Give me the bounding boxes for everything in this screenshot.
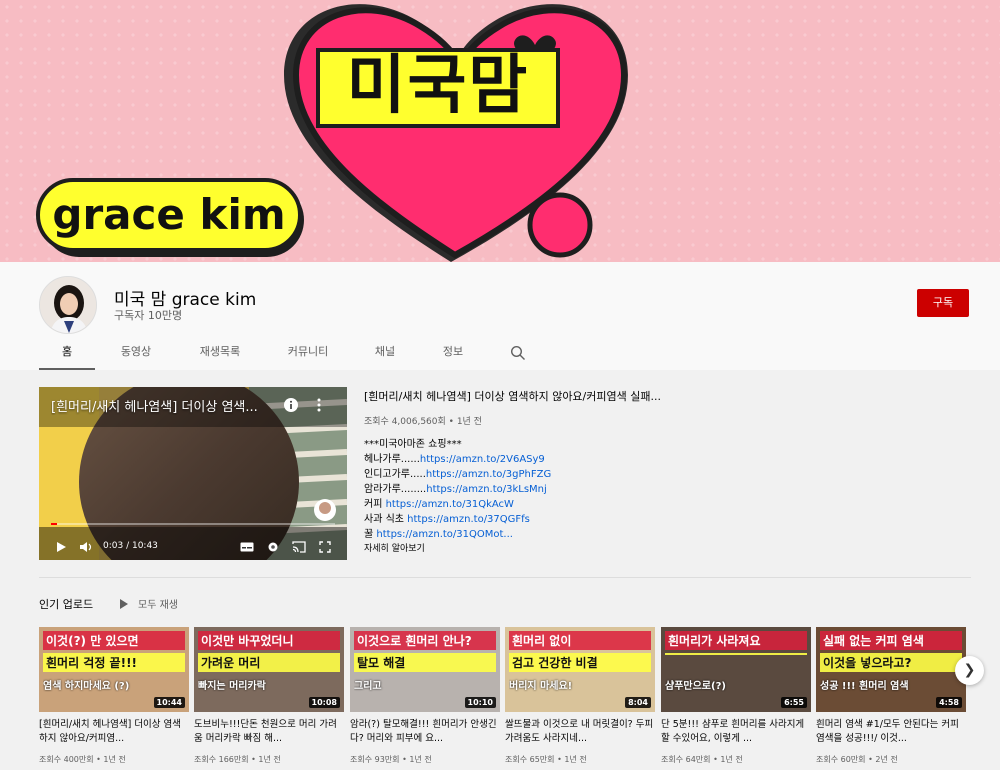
description-line: 커피 https://amzn.to/31QkAcW [364,499,514,510]
thumbnail-text-mid: 이것을 넣으라고? [820,653,962,672]
thumbnail-text-mid: 검고 건강한 비결 [509,653,651,672]
subscribe-button[interactable]: 구독 [917,289,969,317]
description-line: 꿀 https://amzn.to/31QOMot... [364,529,513,540]
description-link[interactable]: https://amzn.to/37QGFfs [407,514,530,525]
subscriber-count: 구독자 10만명 [114,309,183,322]
section-divider [39,577,971,578]
thumbnail-text-top: 흰머리 없이 [509,631,651,650]
thumbnail-text-bottom: 염색 하지마세요 (?) [43,681,130,692]
featured-video-player[interactable]: [흰머리/새치 헤나염색] 더이상 염색... 0:03 / 10:43 [39,387,347,560]
info-icon[interactable] [283,397,299,413]
video-card[interactable]: 이것(?) 만 있으면흰머리 걱정 끝!!! 염색 하지마세요 (?) 10:44 [… [39,627,189,770]
description-link[interactable]: https://amzn.to/31QkAcW [386,499,514,510]
video-title[interactable]: 암라(?) 탈모해결!!! 흰머리가 안생긴다? 머리와 피부에 요... [350,718,500,746]
video-card[interactable]: 이것으로 흰머리 안나? 탈모 해결그리고 10:10 암라(?) 탈모해결!!! 흰… [350,627,500,770]
video-thumbnail[interactable]: 이것(?) 만 있으면흰머리 걱정 끝!!! 염색 하지마세요 (?) 10:44 [39,627,189,712]
cast-icon[interactable] [292,541,306,553]
thumbnail-text-mid: 탈모 해결 [354,653,496,672]
description-header: ***미국아마존 쇼핑*** [364,439,462,450]
featured-video-description: ***미국아마존 쇼핑*** 헤나가루......https://amzn.to… [364,437,551,542]
subtitles-icon[interactable] [240,542,254,552]
banner-subtitle: grace kim [52,190,286,239]
description-link[interactable]: https://amzn.to/2V6ASy9 [420,454,545,465]
video-title[interactable]: [흰머리/새치 헤나염색] 더이상 염색하지 않아요/커피염... [39,718,189,746]
player-overlay-title: [흰머리/새치 헤나염색] 더이상 염색... [51,400,258,415]
channel-banner: 미국맘 grace kim [0,0,1000,262]
avatar-person-icon [40,277,96,333]
video-card[interactable]: 흰머리가 사라져요샴푸만으로(?) 6:55 단 5분!!! 샴푸로 흰머리를 사라… [661,627,811,770]
featured-video-meta: 조회수 4,006,560회 • 1년 전 [364,417,482,427]
search-icon[interactable] [510,345,526,361]
video-title[interactable]: 쌀뜨물과 이것으로 내 머릿결이? 두피가려움도 사라지네... [505,718,655,746]
description-link[interactable]: https://amzn.to/31QOMot... [376,529,513,540]
video-duration: 6:55 [781,697,807,708]
read-more-link[interactable]: 자세히 알아보기 [364,541,425,554]
chevron-right-icon: ❯ [963,662,976,678]
tab-home[interactable]: 홈 [39,337,95,370]
play-all-button[interactable]: 모두 재생 [120,596,178,611]
tab-playlists[interactable]: 재생목록 [190,337,250,370]
thumbnail-text-top: 이것만 바꾸었더니 [198,631,340,650]
popular-uploads-title[interactable]: 인기 업로드 [39,596,93,612]
channel-tabs: 홈 동영상 재생목록 커뮤니티 채널 정보 [0,337,1000,370]
tab-channels[interactable]: 채널 [362,337,408,370]
video-thumbnail[interactable]: 이것으로 흰머리 안나? 탈모 해결그리고 10:10 [350,627,500,712]
video-meta: 조회수 64만회 • 1년 전 [661,755,743,764]
settings-gear-icon[interactable] [267,541,279,553]
video-card[interactable]: 흰머리 없이검고 건강한 비결버리지 마세요! 8:04 쌀뜨물과 이것으로 내 머… [505,627,655,770]
thumbnail-text-bottom: 버리지 마세요! [509,681,573,692]
video-thumbnail[interactable]: 이것만 바꾸었더니가려운 머리빠지는 머리카락 10:08 [194,627,344,712]
video-duration: 10:10 [464,697,496,708]
video-meta: 조회수 166만회 • 1년 전 [194,755,281,764]
video-duration: 10:44 [153,697,185,708]
thumbnail-text-bottom: 그리고 [354,681,382,692]
video-duration: 10:08 [308,697,340,708]
tab-about[interactable]: 정보 [430,337,476,370]
thumbnail-text-bottom: 빠지는 머리카락 [198,681,266,692]
video-thumbnail[interactable]: 흰머리가 사라져요샴푸만으로(?) 6:55 [661,627,811,712]
volume-icon[interactable] [79,541,93,553]
thumbnail-text-top: 실패 없는 커피 염색 [820,631,962,650]
video-title[interactable]: 도브비누!!!단돈 천원으로 머리 가려움 머리카락 빠짐 해... [194,718,344,746]
thumbnail-text-top: 이것(?) 만 있으면 [43,631,185,650]
video-title[interactable]: 단 5분!!! 샴푸로 흰머리를 사라지게 할 수있어요, 이렇게 ... [661,718,811,746]
tab-videos[interactable]: 동영상 [108,337,164,370]
player-time: 0:03 / 10:43 [103,541,158,551]
video-card[interactable]: 실패 없는 커피 염색이것을 넣으라고? 성공 !!! 흰머리 염색 4:58 흰머리… [816,627,966,770]
thumbnail-text-top: 흰머리가 사라져요 [665,631,807,650]
thumbnail-text-mid: 흰머리 걱정 끝!!! [43,653,185,672]
video-card[interactable]: 이것만 바꾸었더니가려운 머리빠지는 머리카락 10:08 도브비누!!!단돈 천원… [194,627,344,770]
play-icon[interactable] [55,541,67,553]
fullscreen-icon[interactable] [319,541,331,553]
description-line: 암라가루........https://amzn.to/3kLsMnj [364,484,547,495]
channel-avatar[interactable] [39,276,97,334]
thumbnail-text-bottom: 샴푸만으로(?) [665,681,726,692]
thumbnail-text-mid [665,653,807,655]
video-meta: 조회수 400만회 • 1년 전 [39,755,126,764]
tab-community[interactable]: 커뮤니티 [278,337,338,370]
thumbnail-text-mid: 가려운 머리 [198,653,340,672]
video-duration: 8:04 [625,697,651,708]
description-link[interactable]: https://amzn.to/3kLsMnj [426,484,547,495]
banner-title: 미국맘 [346,49,530,123]
description-line: 사과 식초 https://amzn.to/37QGFfs [364,514,530,525]
description-line: 헤나가루......https://amzn.to/2V6ASy9 [364,454,545,465]
description-line: 인디고가루.....https://amzn.to/3gPhFZG [364,469,552,480]
video-meta: 조회수 65만회 • 1년 전 [505,755,587,764]
video-meta: 조회수 60만회 • 2년 전 [816,755,898,764]
thumbnail-text-bottom: 성공 !!! 흰머리 염색 [820,681,909,692]
video-duration: 4:58 [936,697,962,708]
thumbnail-text-top: 이것으로 흰머리 안나? [354,631,496,650]
featured-video-title[interactable]: [흰머리/새치 헤나염색] 더이상 염색하지 않아요/커피염색 실패... [364,388,661,404]
video-meta: 조회수 93만회 • 1년 전 [350,755,432,764]
description-link[interactable]: https://amzn.to/3gPhFZG [426,469,551,480]
video-thumbnail[interactable]: 흰머리 없이검고 건강한 비결버리지 마세요! 8:04 [505,627,655,712]
next-arrow-button[interactable]: ❯ [955,656,984,685]
more-vertical-icon[interactable] [314,397,324,413]
play-all-icon [120,599,128,609]
video-title[interactable]: 흰머리 염색 #1/모두 안된다는 커피 염색을 성공!!!/ 이것... [816,718,966,746]
video-thumbnail[interactable]: 실패 없는 커피 염색이것을 넣으라고? 성공 !!! 흰머리 염색 4:58 [816,627,966,712]
